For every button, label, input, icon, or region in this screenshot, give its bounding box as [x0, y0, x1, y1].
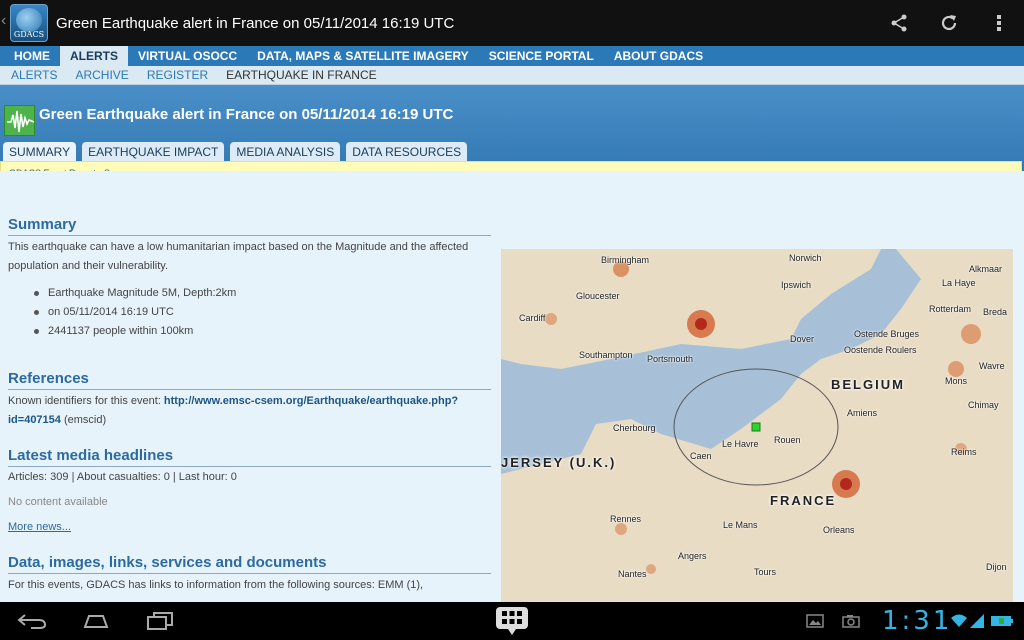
map-city: Nantes	[618, 569, 647, 579]
page-title: Green Earthquake alert in France on 05/1…	[39, 106, 454, 123]
topnav-about[interactable]: ABOUT GDACS	[604, 46, 713, 66]
home-icon[interactable]	[76, 608, 116, 634]
sub-nav: ALERTS ARCHIVE REGISTER EARTHQUAKE IN FR…	[0, 66, 1024, 85]
subnav-alerts[interactable]: ALERTS	[2, 68, 66, 82]
map-country-jersey: JERSEY (U.K.)	[501, 455, 617, 470]
overflow-menu-icon[interactable]	[974, 0, 1024, 46]
back-icon[interactable]	[12, 608, 52, 634]
tab-earthquake-impact[interactable]: EARTHQUAKE IMPACT	[82, 142, 225, 161]
media-heading: Latest media headlines	[8, 447, 491, 467]
map-city: Caen	[690, 451, 712, 461]
map-city: Chimay	[968, 400, 999, 410]
topnav-home[interactable]: HOME	[4, 46, 60, 66]
share-icon[interactable]	[874, 0, 924, 46]
app-drawer-icon[interactable]	[492, 604, 532, 638]
battery-icon	[990, 614, 1014, 631]
subnav-archive[interactable]: ARCHIVE	[66, 68, 137, 82]
camera-notification-icon	[842, 614, 860, 631]
window-title: Green Earthquake alert in France on 05/1…	[56, 14, 455, 32]
subnav-current: EARTHQUAKE IN FRANCE	[226, 68, 377, 82]
main-content: Summary This earthquake can have a low h…	[0, 171, 1024, 602]
globe-icon	[16, 8, 42, 32]
map-country-france: FRANCE	[770, 493, 837, 508]
bullet-population: 2441137 people within 100km	[34, 322, 491, 341]
map-city: Reims	[951, 447, 977, 457]
map-city: Le Havre	[722, 439, 759, 449]
media-stats: Articles: 309 | About casualties: 0 | La…	[8, 471, 237, 483]
map-city: Breda	[983, 307, 1008, 317]
signal-icon	[970, 614, 984, 631]
subnav-register[interactable]: REGISTER	[138, 68, 217, 82]
topnav-data-maps[interactable]: DATA, MAPS & SATELLITE IMAGERY	[247, 46, 479, 66]
map-city: Southampton	[579, 350, 633, 360]
map-country-belgium: BELGIUM	[831, 377, 905, 392]
map-city: Alkmaar	[969, 264, 1003, 274]
bullet-magnitude: Earthquake Magnitude 5M, Depth:2km	[34, 284, 491, 303]
map-city: Birmingham	[601, 255, 650, 265]
back-chevron-icon[interactable]: ‹	[1, 12, 6, 30]
map-city: Wavre	[979, 361, 1005, 371]
map-city: Mons	[945, 376, 968, 386]
map-city: Cardiff	[519, 313, 546, 323]
references-heading: References	[8, 370, 491, 390]
map-city: Gloucester	[576, 291, 620, 301]
action-bar: ‹ GDACS Green Earthquake alert in France…	[0, 0, 1024, 46]
map-city: Le Mans	[723, 520, 758, 530]
map-city: Rouen	[774, 435, 801, 445]
bullet-datetime: on 05/11/2014 16:19 UTC	[34, 303, 491, 322]
map-city: Dover	[790, 334, 815, 344]
map-city: Amiens	[847, 408, 878, 418]
references-prefix: Known identifiers for this event:	[8, 395, 161, 407]
map-city: Portsmouth	[647, 354, 694, 364]
map-city: Ostende Bruges	[854, 329, 920, 339]
earthquake-icon	[4, 105, 35, 136]
tab-data-resources[interactable]: DATA RESOURCES	[346, 142, 468, 161]
summary-heading: Summary	[8, 216, 491, 236]
map-city: Dijon	[986, 562, 1007, 572]
recent-apps-icon[interactable]	[140, 608, 180, 634]
more-news-link[interactable]: More news...	[8, 518, 491, 537]
map-city: Cherbourg	[613, 423, 656, 433]
map-city: Norwich	[789, 253, 822, 263]
system-nav-bar: 1:31	[0, 602, 1024, 640]
refresh-icon[interactable]	[924, 0, 974, 46]
map-city: La Haye	[942, 278, 976, 288]
tab-summary[interactable]: SUMMARY	[3, 142, 77, 161]
wifi-icon	[950, 614, 968, 631]
tab-bar: SUMMARY EARTHQUAKE IMPACT MEDIA ANALYSIS…	[3, 142, 473, 161]
map-city: Orleans	[823, 525, 855, 535]
summary-bullets: Earthquake Magnitude 5M, Depth:2km on 05…	[34, 284, 491, 341]
gdacs-app-icon[interactable]: GDACS	[10, 4, 48, 42]
map-city: Angers	[678, 551, 707, 561]
summary-text: This earthquake can have a low humanitar…	[8, 241, 469, 272]
data-heading: Data, images, links, services and docume…	[8, 554, 491, 574]
map-city: Oostende Roulers	[844, 345, 917, 355]
gallery-notification-icon	[806, 614, 824, 631]
event-map[interactable]: Birmingham Norwich Gloucester Ipswich Ca…	[501, 249, 1013, 602]
top-nav: HOME ALERTS VIRTUAL OSOCC DATA, MAPS & S…	[0, 46, 1024, 66]
references-text: Known identifiers for this event: http:/…	[8, 392, 491, 430]
app-icon-label: GDACS	[13, 30, 45, 39]
data-text: For this events, GDACS has links to info…	[8, 579, 424, 591]
media-empty: No content available	[8, 496, 108, 508]
tab-media-analysis[interactable]: MEDIA ANALYSIS	[230, 142, 341, 161]
references-suffix: (emscid)	[63, 414, 107, 426]
map-city: Tours	[754, 567, 777, 577]
left-column: Summary This earthquake can have a low h…	[8, 171, 491, 595]
topnav-alerts[interactable]: ALERTS	[60, 46, 128, 66]
topnav-science-portal[interactable]: SCIENCE PORTAL	[479, 46, 604, 66]
map-city: Rennes	[610, 514, 642, 524]
status-clock: 1:31	[882, 606, 953, 636]
topnav-virtual-osocc[interactable]: VIRTUAL OSOCC	[128, 46, 247, 66]
map-city: Rotterdam	[929, 304, 972, 314]
webview: HOME ALERTS VIRTUAL OSOCC DATA, MAPS & S…	[0, 46, 1024, 602]
map-city: Ipswich	[781, 280, 812, 290]
